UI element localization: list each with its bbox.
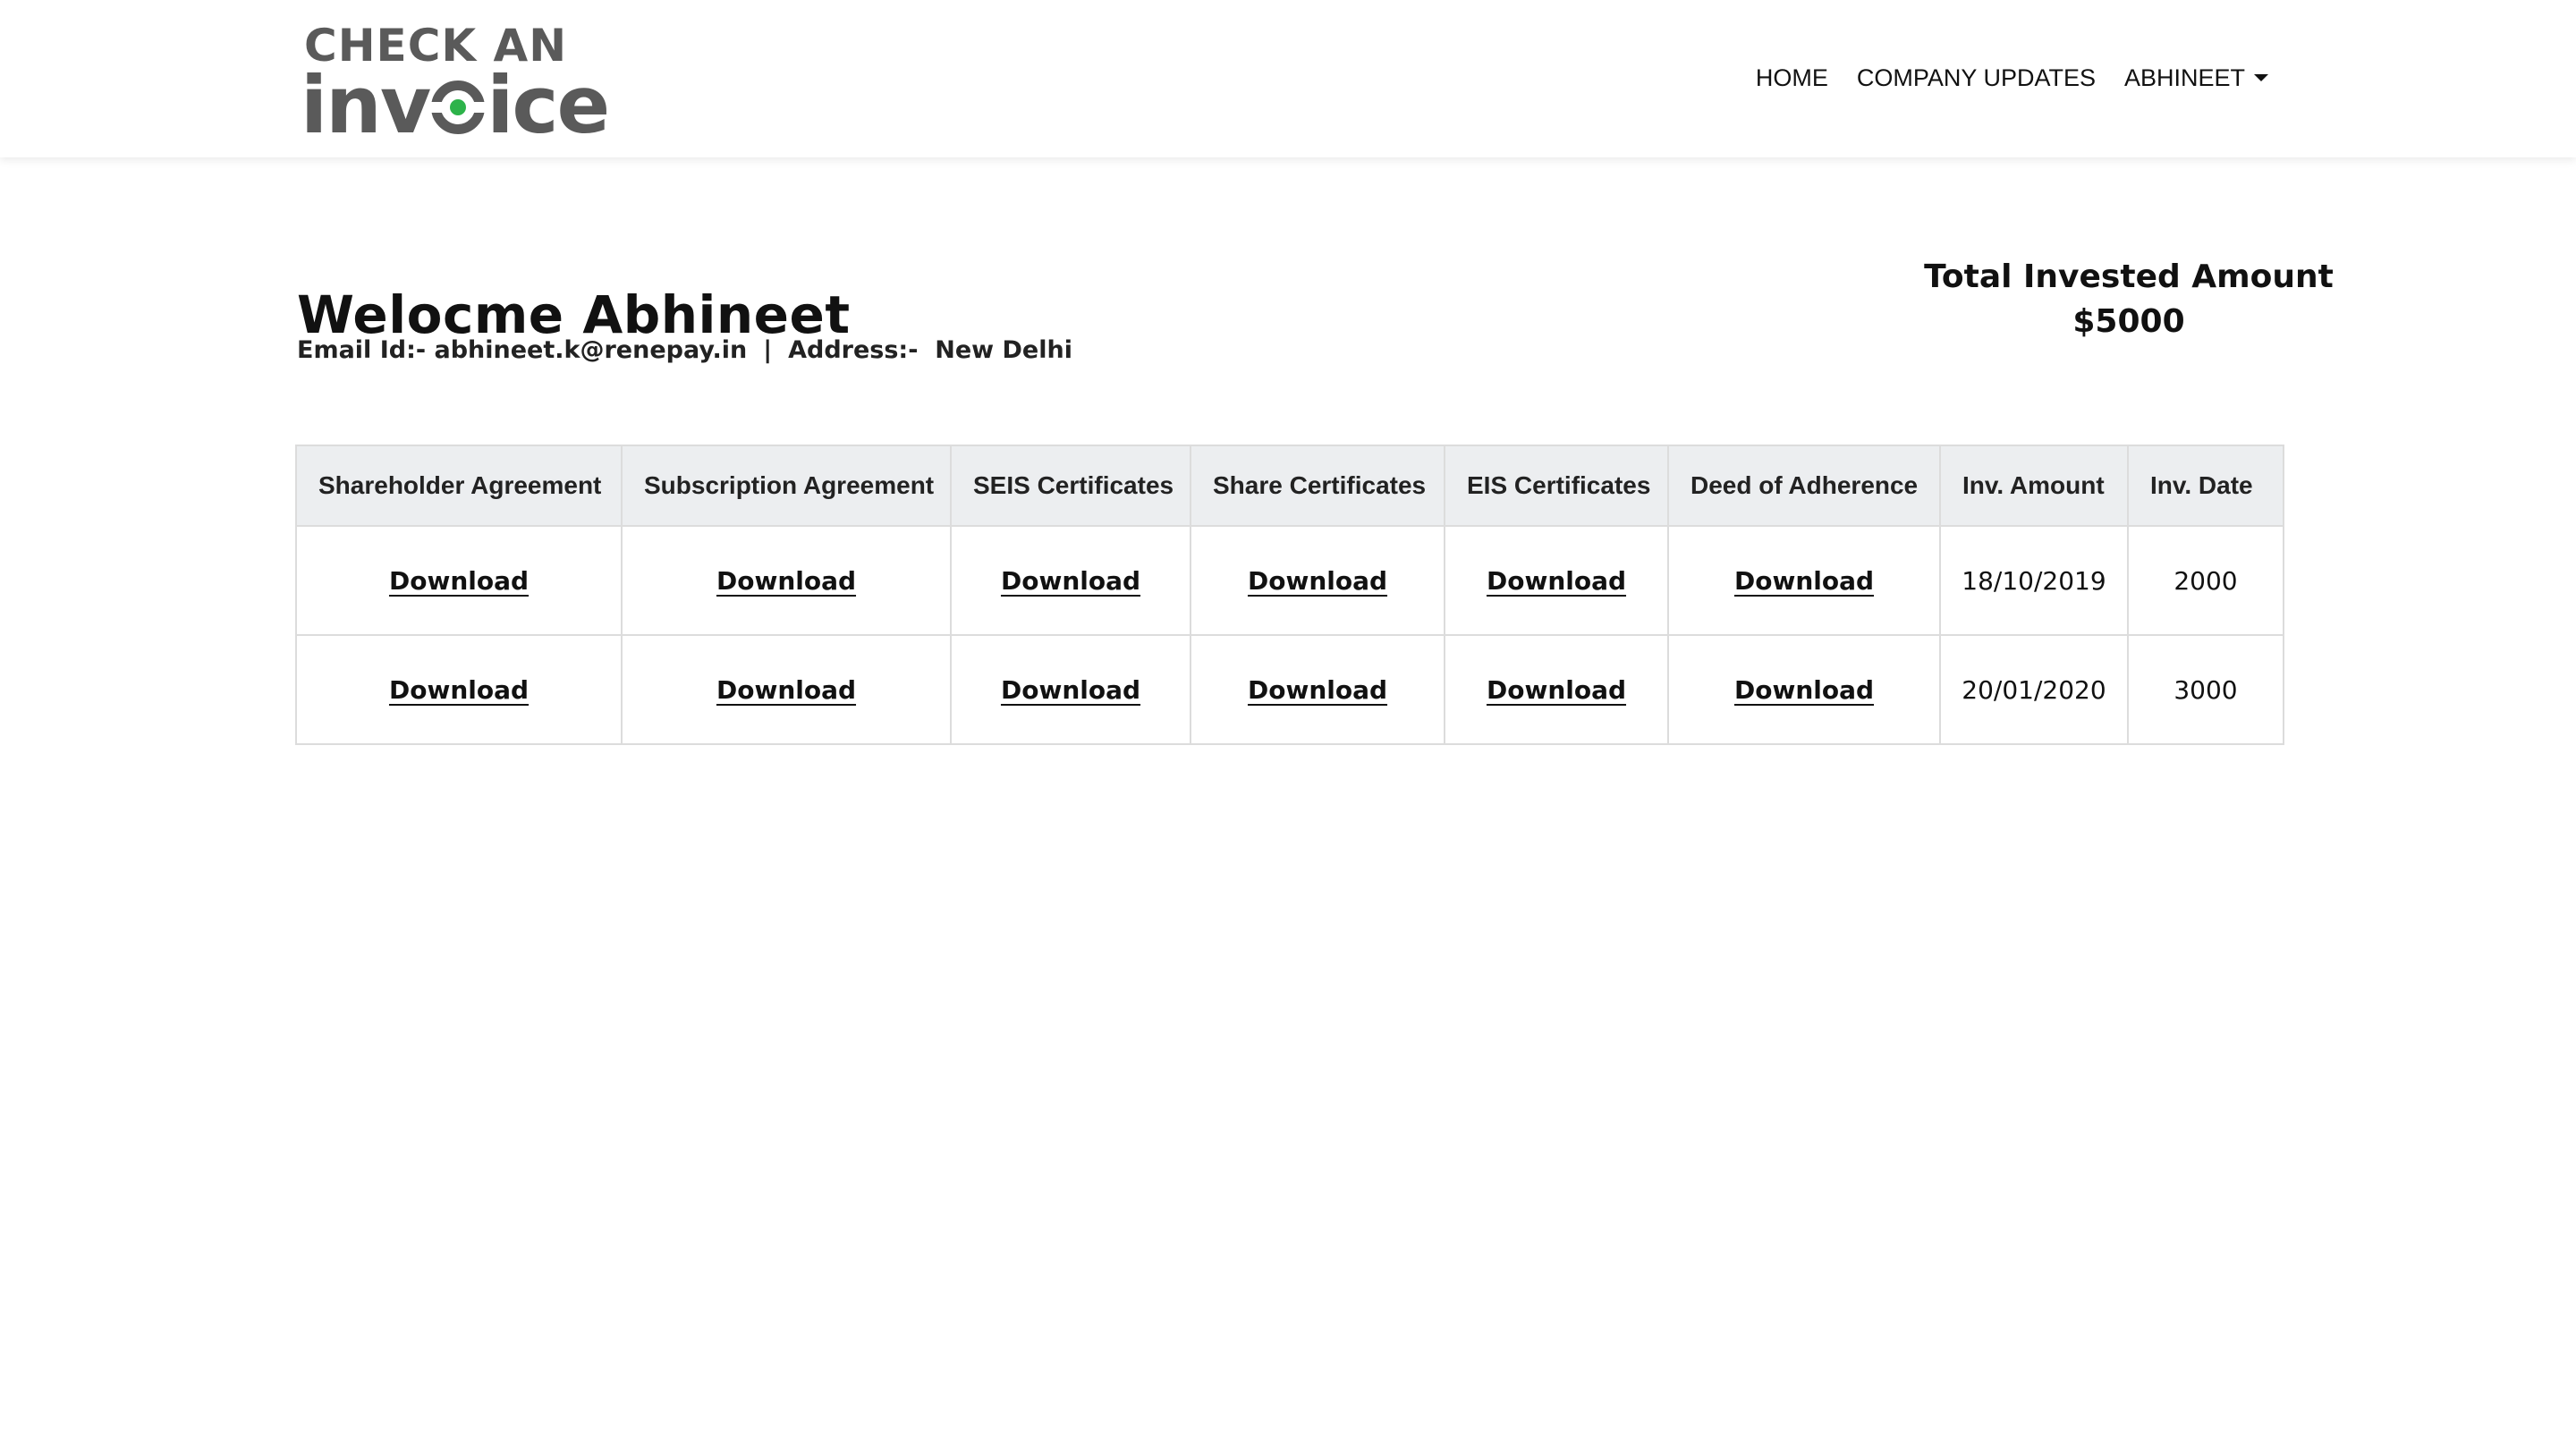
- table-cell: Download: [1190, 634, 1445, 745]
- download-link[interactable]: Download: [1001, 675, 1140, 705]
- table-cell: Download: [1444, 525, 1669, 636]
- user-info-line: Email Id:- abhineet.k@renepay.in | Address…: [297, 336, 1072, 364]
- total-invested-amount: $5000: [2072, 303, 2185, 340]
- total-invested-label: Total Invested Amount: [1924, 258, 2334, 295]
- investment-documents-table: Shareholder Agreement Subscription Agree…: [295, 445, 2284, 745]
- logo-text-bottom: inv ice: [301, 66, 610, 145]
- column-header: EIS Certificates: [1444, 445, 1669, 527]
- table-row: Download Download Download Download Down…: [295, 525, 2284, 636]
- address-value: New Delhi: [935, 336, 1072, 364]
- column-header: Inv. Amount: [1939, 445, 2129, 527]
- table-cell: 2000: [2127, 525, 2284, 636]
- table-cell: Download: [295, 634, 623, 745]
- nav-company-updates-link[interactable]: COMPANY UPDATES: [1857, 64, 2096, 92]
- column-header: Shareholder Agreement: [295, 445, 623, 527]
- column-header: Deed of Adherence: [1667, 445, 1941, 527]
- download-link[interactable]: Download: [389, 675, 529, 705]
- download-link[interactable]: Download: [1487, 566, 1626, 596]
- table-cell: Download: [950, 525, 1191, 636]
- table-header-row: Shareholder Agreement Subscription Agree…: [295, 445, 2284, 527]
- table-cell: Download: [1667, 525, 1941, 636]
- welcome-heading: Welocme Abhineet: [297, 284, 851, 345]
- table-cell: Download: [1190, 525, 1445, 636]
- address-label: Address:-: [788, 336, 919, 364]
- user-menu-label: ABHINEET: [2123, 64, 2245, 91]
- download-link[interactable]: Download: [1001, 566, 1140, 596]
- table-cell: 18/10/2019: [1939, 525, 2129, 636]
- column-header: Share Certificates: [1190, 445, 1445, 527]
- download-link[interactable]: Download: [716, 566, 856, 596]
- table-cell: 20/01/2020: [1939, 634, 2129, 745]
- table-cell: 3000: [2127, 634, 2284, 745]
- table-cell: Download: [621, 525, 952, 636]
- logo-text-inv: inv: [301, 59, 431, 151]
- download-link[interactable]: Download: [1248, 675, 1387, 705]
- download-link[interactable]: Download: [1248, 566, 1387, 596]
- nav-home-link[interactable]: HOME: [1756, 64, 1828, 92]
- column-header: Inv. Date: [2127, 445, 2284, 527]
- table-cell: Download: [1667, 634, 1941, 745]
- table-cell: Download: [1444, 634, 1669, 745]
- download-link[interactable]: Download: [389, 566, 529, 596]
- info-separator: |: [763, 336, 773, 364]
- column-header: Subscription Agreement: [621, 445, 952, 527]
- download-link[interactable]: Download: [1487, 675, 1626, 705]
- top-navbar: CHECK AN inv ice HOME COMPANY UPDATES ABH…: [0, 0, 2576, 157]
- column-header: SEIS Certificates: [950, 445, 1191, 527]
- logo-eye-icon: [428, 80, 488, 134]
- email-label: Email Id:-: [297, 336, 427, 364]
- download-link[interactable]: Download: [1734, 566, 1874, 596]
- email-value: abhineet.k@renepay.in: [434, 336, 748, 364]
- total-invested-block: Total Invested Amount $5000: [1887, 261, 2370, 338]
- download-link[interactable]: Download: [716, 675, 856, 705]
- main-nav: HOME COMPANY UPDATES ABHINEET: [1756, 64, 2268, 92]
- logo-text-ice: ice: [487, 59, 610, 151]
- download-link[interactable]: Download: [1734, 675, 1874, 705]
- caret-down-icon: [2254, 74, 2268, 81]
- table-cell: Download: [295, 525, 623, 636]
- table-cell: Download: [621, 634, 952, 745]
- user-menu-dropdown[interactable]: ABHINEET: [2124, 64, 2268, 92]
- check-an-invoice-logo[interactable]: CHECK AN inv ice: [301, 21, 623, 145]
- table-cell: Download: [950, 634, 1191, 745]
- table-row: Download Download Download Download Down…: [295, 634, 2284, 745]
